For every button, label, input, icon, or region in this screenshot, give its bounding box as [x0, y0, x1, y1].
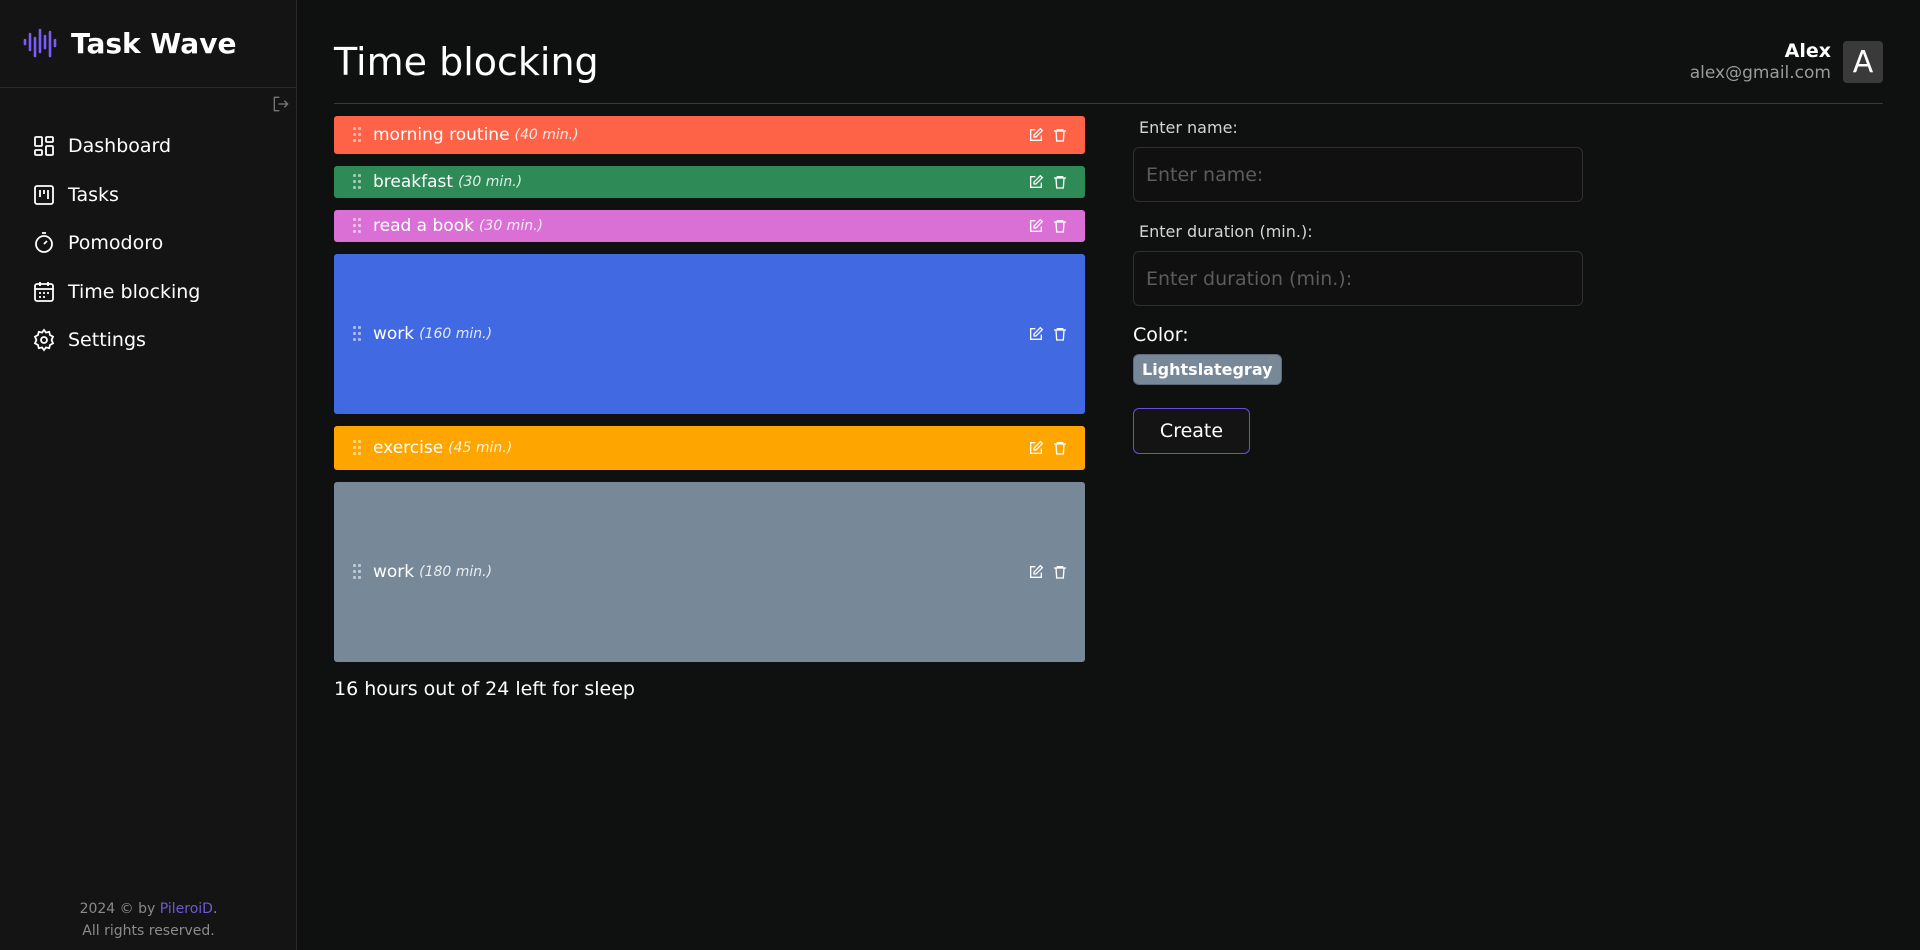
time-block-actions — [1028, 326, 1068, 342]
sidebar-item-label: Settings — [68, 329, 146, 352]
edit-icon[interactable] — [1028, 218, 1044, 234]
wave-logo-icon — [23, 28, 57, 57]
sidebar-item-label: Time blocking — [68, 280, 201, 303]
sidebar-item-time-blocking[interactable]: Time blocking — [32, 268, 200, 317]
selected-color-chip[interactable]: Lightslategray — [1133, 354, 1282, 385]
time-block-actions — [1028, 127, 1068, 143]
gear-icon — [33, 328, 55, 352]
sidebar-footer: 2024 © by PileroiD. All rights reserved. — [0, 898, 297, 942]
color-label: Color: — [1133, 324, 1189, 346]
brand[interactable]: Task Wave — [0, 0, 296, 88]
sidebar: Task Wave Dashboard Tasks Pomodoro Time … — [0, 0, 297, 950]
time-block-form: Enter name: Enter duration (min.): Color… — [1133, 118, 1583, 454]
edit-icon[interactable] — [1028, 440, 1044, 456]
time-block-duration: (45 min.) — [448, 440, 513, 456]
footer-rights: All rights reserved. — [82, 923, 215, 939]
duration-label: Enter duration (min.): — [1139, 222, 1313, 241]
user-profile[interactable]: Alex alex@gmail.com A — [1690, 40, 1883, 84]
time-block[interactable]: morning routine (40 min.) — [334, 116, 1085, 154]
sidebar-item-label: Dashboard — [68, 135, 172, 158]
user-info: Alex alex@gmail.com — [1690, 40, 1831, 84]
sidebar-item-label: Tasks — [68, 183, 119, 206]
trash-icon[interactable] — [1052, 564, 1068, 580]
name-label: Enter name: — [1139, 118, 1238, 137]
trash-icon[interactable] — [1052, 326, 1068, 342]
drag-handle-icon[interactable] — [352, 439, 362, 457]
sleep-summary: 16 hours out of 24 left for sleep — [334, 678, 635, 700]
trash-icon[interactable] — [1052, 127, 1068, 143]
tasks-icon — [34, 184, 54, 205]
time-block[interactable]: work (180 min.) — [334, 482, 1085, 662]
time-block-list: morning routine (40 min.) breakfast (30 … — [334, 116, 1085, 674]
edit-icon[interactable] — [1028, 174, 1044, 190]
time-block-name: work — [373, 324, 415, 344]
calendar-icon — [34, 281, 54, 302]
time-block-name: morning routine — [373, 125, 510, 145]
time-block-name: work — [373, 562, 415, 582]
sidebar-item-settings[interactable]: Settings — [32, 316, 200, 365]
footer-prefix: 2024 © by — [79, 901, 160, 917]
header-divider — [334, 103, 1883, 104]
create-button[interactable]: Create — [1133, 408, 1250, 454]
time-block-name: breakfast — [373, 172, 454, 192]
time-block-actions — [1028, 564, 1068, 580]
time-block-duration: (40 min.) — [514, 127, 579, 143]
drag-handle-icon[interactable] — [352, 173, 362, 191]
drag-handle-icon[interactable] — [352, 126, 362, 144]
footer-suffix: . — [212, 901, 218, 917]
time-block-name: exercise — [373, 438, 444, 458]
time-block[interactable]: exercise (45 min.) — [334, 426, 1085, 470]
sidebar-item-label: Pomodoro — [68, 232, 164, 255]
sidebar-item-dashboard[interactable]: Dashboard — [32, 122, 200, 171]
duration-input[interactable] — [1133, 251, 1583, 306]
author-link[interactable]: PileroiD — [160, 901, 213, 917]
user-name: Alex — [1784, 40, 1831, 62]
trash-icon[interactable] — [1052, 174, 1068, 190]
time-block[interactable]: read a book (30 min.) — [334, 210, 1085, 242]
drag-handle-icon[interactable] — [352, 563, 362, 581]
page-title: Time blocking — [334, 40, 599, 84]
time-block-duration: (30 min.) — [478, 218, 543, 234]
drag-handle-icon[interactable] — [352, 325, 362, 343]
name-input[interactable] — [1133, 147, 1583, 202]
time-block-actions — [1028, 218, 1068, 234]
color-select[interactable]: Lightslategray × — [1133, 352, 1583, 386]
edit-icon[interactable] — [1028, 564, 1044, 580]
user-email: alex@gmail.com — [1689, 63, 1831, 83]
trash-icon[interactable] — [1052, 440, 1068, 456]
sidebar-item-tasks[interactable]: Tasks — [32, 171, 200, 220]
edit-icon[interactable] — [1028, 127, 1044, 143]
sidebar-nav: Dashboard Tasks Pomodoro Time blocking S… — [32, 122, 200, 365]
time-block-duration: (30 min.) — [458, 174, 523, 190]
time-block-name: read a book — [373, 216, 474, 236]
drag-handle-icon[interactable] — [352, 217, 362, 235]
time-block-actions — [1028, 440, 1068, 456]
timer-icon — [35, 232, 53, 254]
edit-icon[interactable] — [1028, 326, 1044, 342]
time-block[interactable]: breakfast (30 min.) — [334, 166, 1085, 198]
sidebar-item-pomodoro[interactable]: Pomodoro — [32, 219, 200, 268]
dashboard-icon — [34, 136, 54, 157]
time-block-duration: (180 min.) — [419, 564, 493, 580]
trash-icon[interactable] — [1052, 218, 1068, 234]
avatar[interactable]: A — [1843, 41, 1883, 83]
time-block-actions — [1028, 174, 1068, 190]
time-block[interactable]: work (160 min.) — [334, 254, 1085, 414]
logout-icon[interactable] — [271, 94, 291, 114]
close-icon[interactable]: × — [1266, 352, 1275, 365]
brand-name: Task Wave — [71, 27, 237, 60]
time-block-duration: (160 min.) — [419, 326, 493, 342]
